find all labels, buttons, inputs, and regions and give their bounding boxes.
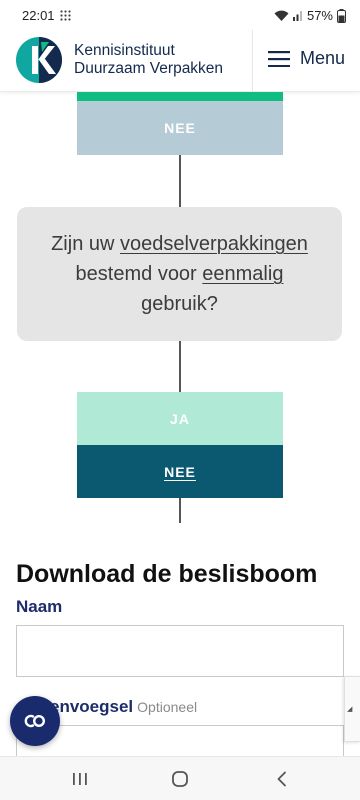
optional-hint: Optioneel [137, 699, 198, 715]
answer-ja-button[interactable]: JA [77, 392, 283, 445]
tree-connector [179, 155, 181, 207]
status-indicators: 57% [274, 8, 346, 23]
brand-line-1: Kennisinstituut [74, 42, 175, 59]
tree-connector [179, 341, 181, 392]
site-header: Kennisinstituut Duurzaam Verpakken Menu [0, 30, 360, 92]
question-text: Zijn uw voedselverpakkingen bestemd voor… [41, 229, 318, 319]
hamburger-icon [268, 50, 290, 67]
tussenvoegsel-label-text: envoegsel [50, 697, 134, 716]
eenmalig-link[interactable]: eenmalig [202, 263, 283, 285]
co-chat-button[interactable] [10, 696, 60, 746]
voedselverpakkingen-link[interactable]: voedselverpakkingen [120, 233, 308, 255]
tree-connector [179, 498, 181, 523]
tussenvoegsel-label: envoegsel Optioneel [50, 697, 197, 717]
status-time: 22:01 [22, 8, 55, 23]
question-part: gebruik? [141, 293, 218, 315]
brand-line-2: Duurzaam Verpakken [74, 60, 224, 77]
battery-percentage: 57% [306, 8, 333, 23]
menu-button[interactable]: Menu [268, 48, 345, 69]
recent-apps-icon [73, 773, 87, 785]
naam-label: Naam [16, 597, 63, 616]
answer-nee-top[interactable]: NEE [77, 101, 283, 155]
grid-dots-icon [60, 10, 71, 21]
form-title: Download de beslisboom [16, 560, 318, 588]
kidv-logo-icon[interactable] [15, 36, 63, 84]
back-icon [277, 771, 286, 787]
header-divider [252, 30, 253, 92]
brand-name[interactable]: Kennisinstituut Duurzaam Verpakken [74, 42, 223, 78]
question-part: Zijn uw [51, 233, 120, 255]
recent-apps-button[interactable] [70, 769, 90, 789]
battery-icon [337, 8, 346, 23]
co-chat-icon [24, 714, 46, 728]
home-button[interactable] [170, 769, 190, 789]
previous-answer-strip [77, 92, 283, 101]
menu-label: Menu [300, 48, 346, 68]
back-button[interactable] [272, 769, 292, 789]
naam-input[interactable] [16, 625, 344, 677]
answer-nee-button[interactable]: NEE [77, 445, 283, 498]
system-nav-bar [0, 756, 360, 800]
home-icon [172, 771, 188, 787]
question-part: bestemd voor [75, 263, 203, 285]
wifi-icon [274, 10, 289, 21]
question-card: Zijn uw voedselverpakkingen bestemd voor… [17, 207, 342, 341]
signal-icon [292, 11, 302, 21]
recaptcha-badge[interactable]: ◢ [344, 676, 360, 742]
status-bar: 22:01 57% [0, 0, 360, 30]
